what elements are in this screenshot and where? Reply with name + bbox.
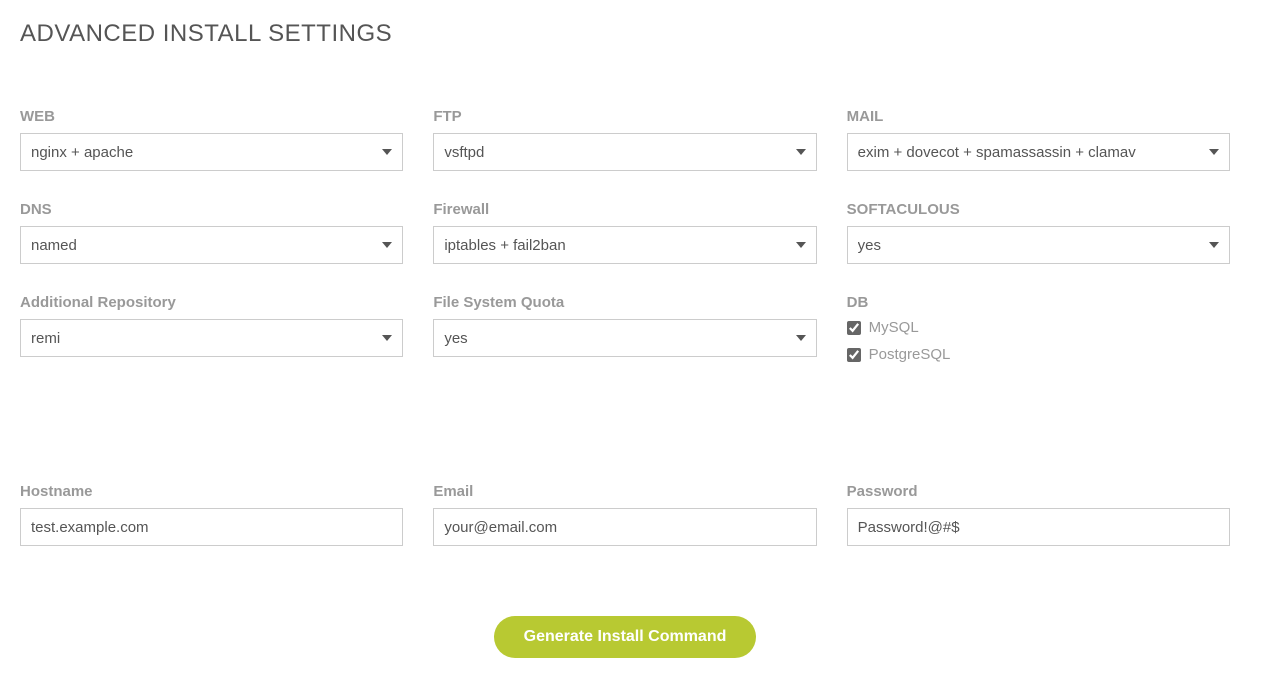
mail-group: MAIL exim + dovecot + spamassassin + cla… — [847, 108, 1230, 171]
spacer — [20, 403, 1230, 453]
page-title: ADVANCED INSTALL SETTINGS — [20, 20, 1250, 48]
ftp-group: FTP vsftpd — [433, 108, 816, 171]
mail-label: MAIL — [847, 108, 1230, 125]
dns-group: DNS named — [20, 201, 403, 264]
dns-label: DNS — [20, 201, 403, 218]
postgresql-checkbox-label: PostgreSQL — [869, 346, 951, 363]
db-label: DB — [847, 294, 1230, 311]
mysql-checkbox-label: MySQL — [869, 319, 919, 336]
email-label: Email — [433, 483, 816, 500]
quota-select[interactable]: yes — [433, 319, 816, 357]
hostname-input[interactable] — [20, 508, 403, 546]
softaculous-label: SOFTACULOUS — [847, 201, 1230, 218]
postgresql-checkbox[interactable] — [847, 348, 861, 362]
web-label: WEB — [20, 108, 403, 125]
email-input[interactable] — [433, 508, 816, 546]
ftp-select[interactable]: vsftpd — [433, 133, 816, 171]
email-group: Email — [433, 483, 816, 546]
password-group: Password — [847, 483, 1230, 546]
softaculous-select[interactable]: yes — [847, 226, 1230, 264]
password-input[interactable] — [847, 508, 1230, 546]
repo-select[interactable]: remi — [20, 319, 403, 357]
quota-label: File System Quota — [433, 294, 816, 311]
mysql-row: MySQL — [847, 319, 1230, 336]
softaculous-group: SOFTACULOUS yes — [847, 201, 1230, 264]
ftp-label: FTP — [433, 108, 816, 125]
firewall-label: Firewall — [433, 201, 816, 218]
db-group: DB MySQL PostgreSQL — [847, 294, 1230, 373]
hostname-label: Hostname — [20, 483, 403, 500]
dns-select[interactable]: named — [20, 226, 403, 264]
generate-button[interactable]: Generate Install Command — [494, 616, 757, 658]
mail-select[interactable]: exim + dovecot + spamassassin + clamav — [847, 133, 1230, 171]
firewall-group: Firewall iptables + fail2ban — [433, 201, 816, 264]
hostname-group: Hostname — [20, 483, 403, 546]
web-select[interactable]: nginx + apache — [20, 133, 403, 171]
firewall-select[interactable]: iptables + fail2ban — [433, 226, 816, 264]
button-row: Generate Install Command — [20, 616, 1230, 658]
mysql-checkbox[interactable] — [847, 321, 861, 335]
password-label: Password — [847, 483, 1230, 500]
quota-group: File System Quota yes — [433, 294, 816, 373]
repo-group: Additional Repository remi — [20, 294, 403, 373]
postgresql-row: PostgreSQL — [847, 346, 1230, 363]
repo-label: Additional Repository — [20, 294, 403, 311]
web-group: WEB nginx + apache — [20, 108, 403, 171]
